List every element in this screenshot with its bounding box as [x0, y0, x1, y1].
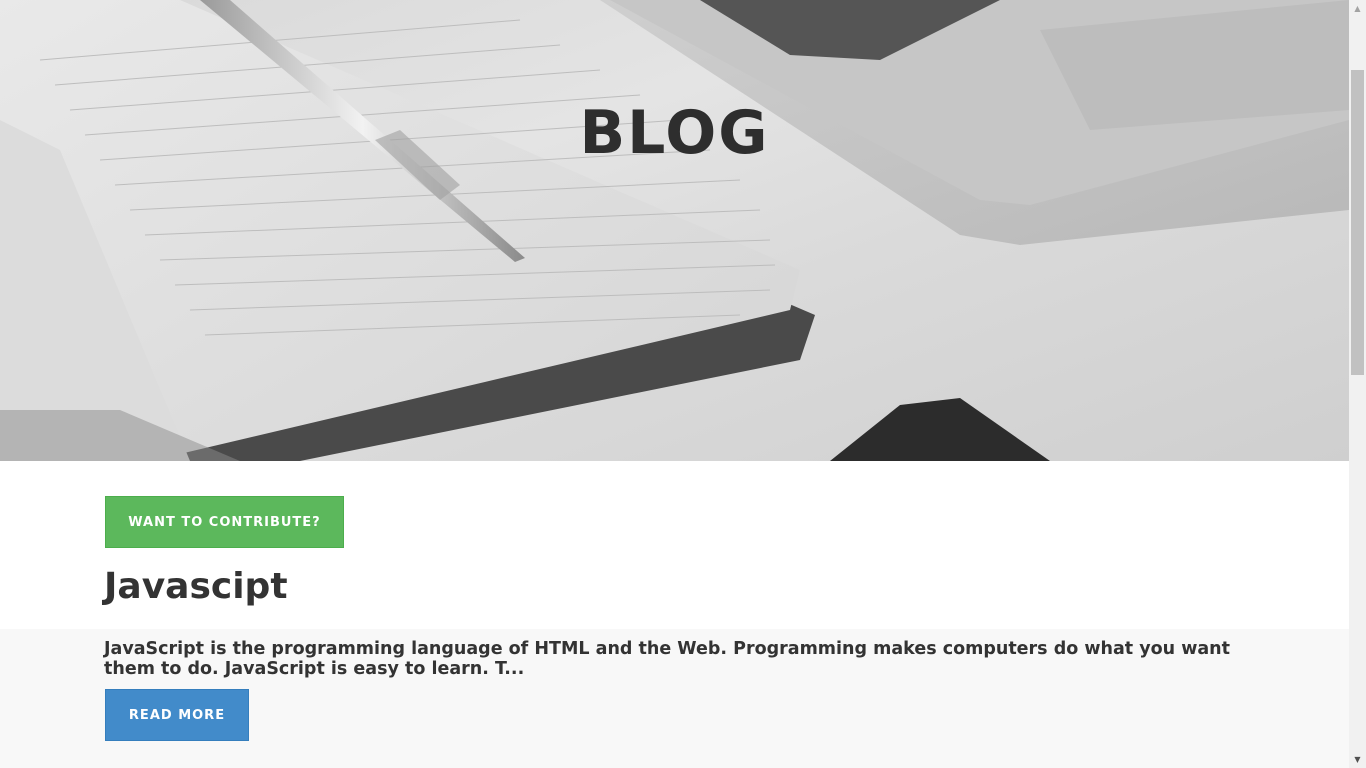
triangle-up-icon[interactable]: ▲ [1349, 0, 1366, 17]
post-title[interactable]: Javascipt [104, 566, 288, 607]
post-excerpt: JavaScript is the programming language o… [104, 639, 1231, 679]
page-title: BLOG [579, 98, 770, 168]
read-more-button[interactable]: READ MORE [105, 689, 249, 741]
want-to-contribute-button[interactable]: WANT TO CONTRIBUTE? [105, 496, 344, 548]
hero-background-image [0, 0, 1349, 461]
vertical-scrollbar[interactable]: ▲ ▼ [1349, 0, 1366, 768]
scrollbar-thumb[interactable] [1351, 70, 1364, 375]
triangle-down-icon[interactable]: ▼ [1349, 751, 1366, 768]
hero-banner: BLOG [0, 0, 1349, 461]
